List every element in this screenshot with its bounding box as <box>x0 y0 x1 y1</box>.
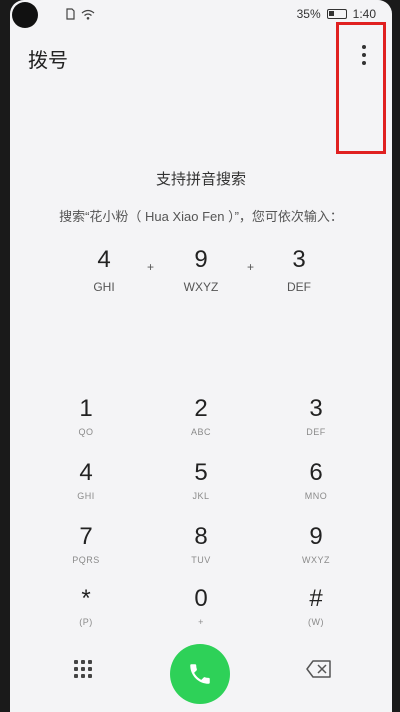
key-letters: TUV <box>191 555 211 565</box>
key-digit: 0 <box>194 585 208 612</box>
key-letters: MNO <box>304 491 328 501</box>
pinyin-example-row: 4 GHI + 9 WXYZ + 3 DEF <box>10 246 392 302</box>
key-1[interactable]: 1 QO <box>26 394 146 454</box>
key-letters: (P) <box>79 617 93 627</box>
plus-sign: + <box>247 260 255 274</box>
key-hash[interactable]: # (W) <box>256 584 376 644</box>
key-letters: GHI <box>77 491 95 501</box>
battery-icon <box>326 9 347 19</box>
key-letters: QO <box>78 427 94 437</box>
pinyin-example-letters: GHI <box>93 280 115 294</box>
wifi-icon <box>81 9 95 20</box>
status-bar: 35% 1:40 <box>10 0 392 30</box>
key-digit: 8 <box>194 523 208 550</box>
key-digit: 3 <box>309 395 323 422</box>
pinyin-example-key: 9 WXYZ <box>166 246 236 294</box>
key-4[interactable]: 4 GHI <box>26 458 146 518</box>
key-letters: ABC <box>190 427 211 437</box>
key-digit: # <box>309 585 323 612</box>
key-3[interactable]: 3 DEF <box>256 394 376 454</box>
key-2[interactable]: 2 ABC <box>141 394 261 454</box>
key-letters: DEF <box>306 427 326 437</box>
key-digit: 2 <box>194 395 208 422</box>
clock: 1:40 <box>352 7 376 21</box>
key-letters: (W) <box>308 617 324 627</box>
key-5[interactable]: 5 JKL <box>141 458 261 518</box>
status-icons-left <box>66 8 95 20</box>
dialpad-grid-icon[interactable] <box>74 660 92 678</box>
front-camera <box>12 2 38 28</box>
key-8[interactable]: 8 TUV <box>141 522 261 582</box>
plus-sign: + <box>147 260 155 274</box>
key-digit: 5 <box>194 459 208 486</box>
key-digit: 6 <box>309 459 323 486</box>
key-letters: PQRS <box>72 555 100 565</box>
pinyin-example-digit: 9 <box>194 246 208 273</box>
dialer-bottom-bar <box>10 636 392 712</box>
key-letters: WXYZ <box>302 555 330 565</box>
status-icons-right: 35% 1:40 <box>297 7 376 21</box>
pinyin-example-key: 4 GHI <box>69 246 139 294</box>
key-digit: 1 <box>79 395 93 422</box>
pinyin-example-letters: WXYZ <box>183 280 219 294</box>
pinyin-hint-title: 支持拼音搜索 <box>155 171 246 188</box>
phone-icon <box>190 664 210 684</box>
key-digit: 9 <box>309 523 323 550</box>
key-9[interactable]: 9 WXYZ <box>256 522 376 582</box>
battery-percent: 35% <box>296 7 321 21</box>
pinyin-example-key: 3 DEF <box>264 246 334 294</box>
call-button[interactable] <box>170 644 230 704</box>
key-6[interactable]: 6 MNO <box>256 458 376 518</box>
key-digit: 7 <box>79 523 93 550</box>
dialer-screen: 35% 1:40 拨号 支持拼音搜索 搜索“花小粉（ Hua Xiao Fen … <box>10 0 392 712</box>
key-digit: * <box>81 585 91 612</box>
annotation-highlight-box <box>336 22 386 154</box>
pinyin-example-digit: 3 <box>292 246 306 273</box>
sim-icon <box>66 8 75 20</box>
key-letters: + <box>198 617 204 627</box>
pinyin-example-digit: 4 <box>97 246 111 273</box>
app-header: 拨号 <box>10 36 392 76</box>
pinyin-example-letters: DEF <box>287 280 311 294</box>
key-digit: 4 <box>79 459 93 486</box>
key-7[interactable]: 7 PQRS <box>26 522 146 582</box>
backspace-icon[interactable] <box>306 660 332 678</box>
pinyin-hint-example: 搜索“花小粉（ Hua Xiao Fen ）”，您可依次输入： <box>59 209 343 224</box>
key-letters: JKL <box>192 491 210 501</box>
page-title: 拨号 <box>28 50 68 72</box>
key-0[interactable]: 0 + <box>141 584 261 644</box>
key-star[interactable]: * (P) <box>26 584 146 644</box>
